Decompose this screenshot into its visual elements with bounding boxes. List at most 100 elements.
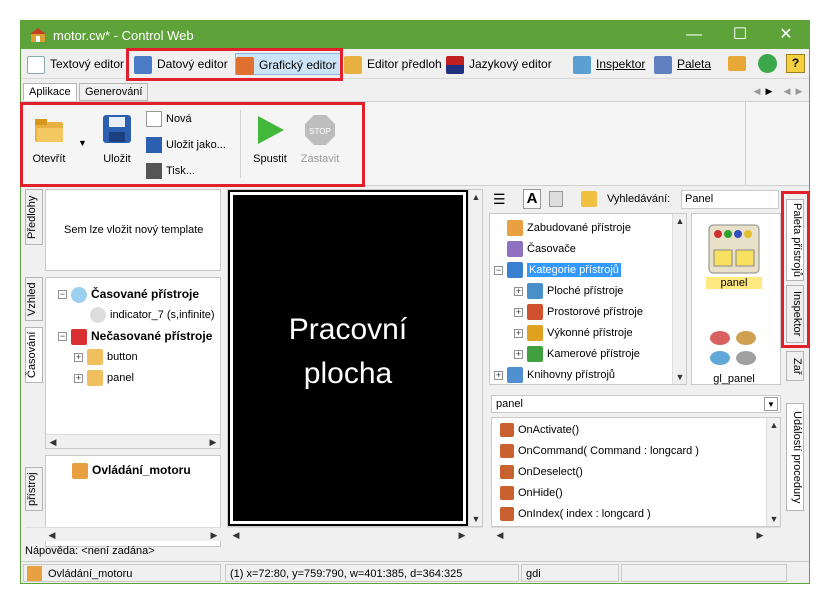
chevron-down-icon[interactable]: ▼	[78, 138, 87, 148]
event-procedure-icon	[500, 444, 514, 459]
minimize-button[interactable]: —	[671, 21, 717, 49]
tab-vzhled[interactable]: Vzhled	[25, 277, 43, 321]
ribbon-nav-right[interactable]: ▶	[793, 83, 805, 99]
tab-pristroj[interactable]: přístroj	[25, 467, 43, 511]
tab-casovani[interactable]: Časování	[25, 327, 43, 383]
palette-tree-item[interactable]: Zabudované přístroje	[494, 218, 631, 238]
instrument-title[interactable]: Ovládání_motoru	[72, 460, 191, 480]
tab-udalosti-procedury[interactable]: Událostí procedury	[786, 403, 804, 511]
print-button[interactable]: Tisk...	[146, 160, 195, 182]
workspace-hscroll[interactable]: ◀ ▶	[227, 527, 483, 541]
run-button[interactable]: Spustit	[247, 114, 293, 165]
app-icon	[30, 27, 46, 43]
palette-tree-item[interactable]: − Kategorie přístrojů	[494, 260, 621, 280]
palette-tree-item[interactable]: + Kamerové přístroje	[514, 344, 640, 364]
status-bar: Ovládání_motoru (1) x=72:80, y=759:790, …	[21, 561, 809, 583]
workspace-canvas[interactable]: Pracovní plocha	[228, 190, 468, 526]
tab-aplikace[interactable]: Aplikace	[23, 83, 77, 101]
font-icon[interactable]: A	[523, 189, 541, 209]
inspector-button[interactable]: Inspektor	[573, 53, 645, 75]
save-as-button[interactable]: Uložit jako...	[146, 134, 226, 156]
event-item[interactable]: OnHide()	[500, 483, 563, 504]
teapot-icon	[710, 331, 756, 365]
title-bar[interactable]: motor.cw* - Control Web — ☐ ✕	[21, 21, 809, 49]
category-icon	[507, 241, 523, 258]
printer-icon	[146, 163, 162, 180]
help-icon[interactable]: ?	[786, 54, 805, 73]
palette-tree-item[interactable]: Časovače	[494, 239, 576, 259]
new-document-icon	[146, 111, 162, 128]
workspace-vscroll[interactable]: ▲ ▼	[468, 190, 482, 526]
tree-item-indicator[interactable]: indicator_7 (s,infinite)	[90, 305, 215, 325]
palette-tree-item[interactable]: + Ploché přístroje	[514, 281, 623, 301]
save-as-icon	[146, 137, 162, 154]
event-procedure-icon	[500, 507, 514, 522]
chevron-down-icon[interactable]: ▼	[764, 397, 778, 411]
workspace-area[interactable]: Pracovní plocha ▲ ▼	[227, 189, 483, 527]
timing-tree-panel: − Časované přístroje indicator_7 (s,infin…	[45, 277, 221, 449]
search-label: Vyhledávání:	[607, 193, 671, 205]
palette-tree-vscroll[interactable]: ▲ ▼	[672, 214, 686, 384]
tree-item-timed[interactable]: − Časované přístroje	[58, 284, 199, 304]
tab-paleta-pristroju[interactable]: Paleta přístrojů	[786, 199, 804, 281]
bulb-icon	[90, 307, 106, 324]
tree-item-untimed[interactable]: − Nečasované přístroje	[58, 326, 212, 346]
tree-item-panel[interactable]: + panel	[74, 368, 134, 388]
timing-hscroll[interactable]: ◀ ▶	[46, 434, 220, 448]
event-item[interactable]: OnIndex( index : longcard )	[500, 504, 651, 525]
panel-palette-icon	[708, 224, 760, 274]
tree-item-button[interactable]: + button	[74, 347, 138, 367]
text-editor-button[interactable]: Textový editor	[27, 53, 124, 75]
category-icon	[527, 283, 543, 300]
ribbon-right-scroller[interactable]	[745, 102, 809, 186]
palette-item-gl-panel[interactable]: gl_panel	[702, 326, 766, 385]
events-selector[interactable]: panel ▼	[491, 395, 781, 413]
palette-tree-item[interactable]: + Výkonné přístroje	[514, 323, 633, 343]
panel-instrument-icon	[87, 370, 103, 387]
new-button[interactable]: Nová	[146, 108, 192, 130]
event-item[interactable]: OnActivate()	[500, 420, 579, 441]
language-editor-button[interactable]: Jazykový editor	[446, 53, 552, 75]
tab-generovani[interactable]: Generování	[79, 83, 149, 101]
refresh-icon[interactable]	[758, 54, 777, 73]
window-title: motor.cw* - Control Web	[53, 28, 194, 43]
search-input[interactable]: Panel	[681, 190, 779, 209]
ribbon-scroll-right[interactable]: ▶	[763, 83, 775, 99]
ribbon-nav-left[interactable]: ◀	[781, 83, 793, 99]
palette-filter-icon[interactable]	[581, 191, 597, 207]
play-icon	[258, 116, 284, 144]
data-editor-button[interactable]: Datový editor	[134, 53, 228, 75]
graphic-editor-button[interactable]: Grafický editor	[235, 53, 342, 75]
tab-inspektor[interactable]: Inspektor	[786, 285, 804, 343]
editor-toolbar: Textový editor Datový editor Grafický ed…	[21, 49, 809, 79]
ribbon-scroll-left[interactable]: ◀	[751, 83, 763, 99]
hint-line: Nápověda: <není zadána>	[25, 545, 155, 557]
tab-predlohy[interactable]: Předlohy	[25, 189, 43, 245]
events-vscroll[interactable]: ▲ ▼	[766, 418, 780, 526]
maximize-button[interactable]: ☐	[717, 21, 763, 49]
event-procedure-icon	[500, 486, 514, 501]
palette-tree-panel: ▲ ▼ Zabudované přístroje Časovače − Kategor…	[489, 213, 687, 385]
list-view-icon[interactable]: ☰	[493, 191, 506, 208]
palette-icon	[654, 55, 672, 74]
palette-tree-item[interactable]: + Knihovny přístrojů	[494, 365, 615, 385]
event-item[interactable]: OnCommand( Command : longcard )	[500, 441, 699, 462]
palette-button[interactable]: Paleta	[654, 53, 711, 75]
sort-icon[interactable]	[549, 191, 563, 207]
close-button[interactable]: ✕	[763, 21, 809, 49]
events-hscroll[interactable]: ◀ ▶	[491, 527, 781, 541]
event-item[interactable]: OnDeselect()	[500, 462, 583, 483]
palette-tree-item[interactable]: + Prostorové přístroje	[514, 302, 643, 322]
open-button[interactable]: Otevřít	[29, 116, 69, 165]
stop-button[interactable]: STOP Zastavit	[297, 114, 343, 165]
save-button[interactable]: Uložit	[97, 114, 137, 165]
clock-icon	[71, 286, 87, 303]
category-icon	[527, 325, 543, 342]
palette-item-panel[interactable]: panel	[706, 224, 762, 289]
status-coordinates: (1) x=72:80, y=759:790, w=401:385, d=364…	[225, 564, 519, 582]
tab-zar[interactable]: Zař	[786, 351, 804, 381]
template-editor-button[interactable]: Editor předloh	[344, 53, 442, 75]
category-icon	[527, 346, 543, 363]
left-bottom-hscroll[interactable]: ◀ ▶	[25, 527, 221, 541]
folder-icon[interactable]	[728, 56, 746, 71]
